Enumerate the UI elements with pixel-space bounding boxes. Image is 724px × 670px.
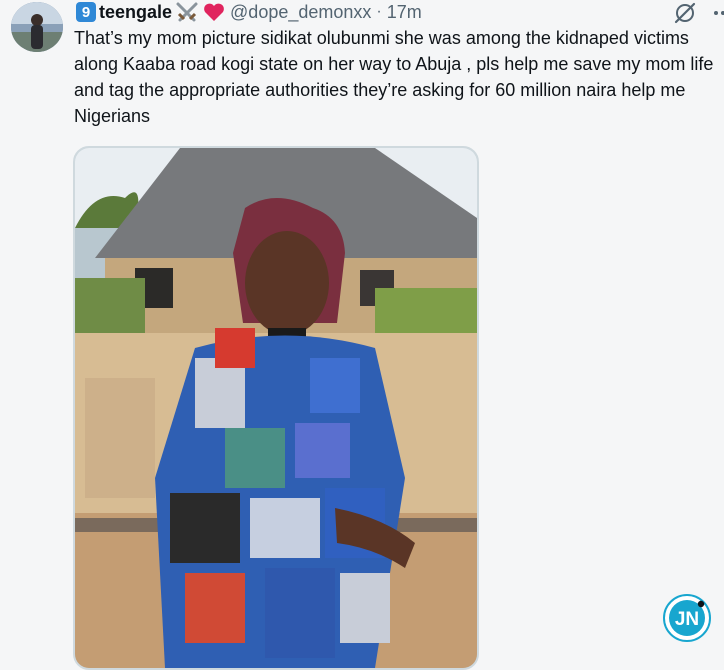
grok-icon[interactable] — [670, 0, 700, 26]
red-heart-icon — [202, 1, 226, 23]
author-handle[interactable]: @dope_demonxx — [230, 2, 371, 23]
author-display-name[interactable]: teengale — [99, 2, 172, 23]
crossed-swords-icon — [175, 1, 199, 23]
post-header: 9 teengale @dope_demonxx · 17m — [76, 0, 422, 24]
post-image[interactable] — [73, 146, 479, 670]
tweet-text: That’s my mom picture sidikat olubunmi s… — [74, 28, 714, 126]
jn-logo: JN — [663, 594, 711, 642]
author-avatar[interactable] — [11, 2, 63, 52]
separator-dot: · — [376, 3, 382, 20]
post-timestamp[interactable]: 17m — [387, 2, 422, 23]
jn-logo-text: JN — [675, 609, 699, 630]
more-icon[interactable] — [710, 0, 724, 26]
number-badge: 9 — [76, 2, 96, 22]
